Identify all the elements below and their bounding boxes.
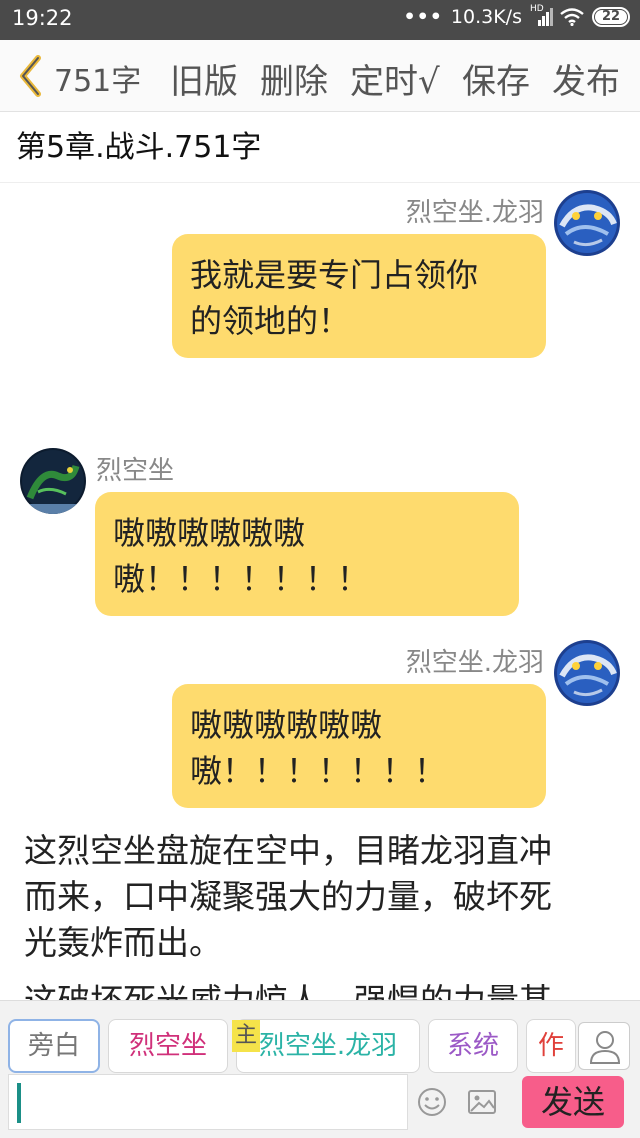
- clock: 19:22: [12, 6, 73, 30]
- old-version-button[interactable]: 旧版: [170, 54, 238, 103]
- editor-toolbar: 751字 旧版 删除 定时√ 保存 发布: [0, 40, 640, 112]
- main-role-badge: 主: [232, 1020, 260, 1052]
- network-speed: 10.3K/s: [450, 6, 522, 28]
- hd-badge: HD: [530, 4, 544, 14]
- smiley-icon[interactable]: [416, 1086, 448, 1118]
- message-line: 嗷嗷嗷嗷嗷嗷: [113, 514, 306, 552]
- speaker-name: 烈空坐: [96, 456, 175, 486]
- save-button[interactable]: 保存: [462, 54, 530, 103]
- battery-level: 22: [601, 9, 621, 24]
- delete-button[interactable]: 删除: [260, 54, 328, 103]
- role-chip-rayquaza-longyu[interactable]: 烈空坐.龙羽: [236, 1019, 420, 1073]
- signal-icon: HD: [530, 4, 553, 26]
- schedule-button[interactable]: 定时√: [350, 54, 440, 103]
- message-line: 嗷！！！！！！！: [113, 560, 370, 598]
- role-chip-rayquaza[interactable]: 烈空坐: [108, 1019, 228, 1073]
- narration-paragraph[interactable]: 这烈空坐盘旋在空中，目睹龙羽直冲 而来，口中凝聚强大的力量，破坏死 光轰炸而出。: [24, 828, 620, 966]
- narration-line: 这烈空坐盘旋在空中，目睹龙羽直冲: [24, 831, 552, 870]
- wifi-icon: [560, 8, 584, 26]
- battery-icon: 22: [592, 7, 630, 27]
- green-dragon-avatar[interactable]: [20, 448, 86, 514]
- message-bubble[interactable]: 嗷嗷嗷嗷嗷嗷 嗷！！！！！！！: [172, 684, 546, 808]
- blue-dragon-avatar[interactable]: [554, 640, 620, 706]
- word-count: 751字: [54, 64, 142, 99]
- chevron-left-icon[interactable]: [16, 54, 44, 98]
- user-icon[interactable]: [578, 1022, 630, 1070]
- image-icon[interactable]: [466, 1086, 498, 1118]
- message-line: 的领地的！: [190, 302, 351, 340]
- narration-line: 而来，口中凝聚强大的力量，破坏死: [24, 877, 552, 916]
- speaker-name: 烈空坐.龙羽: [405, 648, 544, 678]
- narration-line: 光轰炸而出。: [24, 923, 222, 962]
- divider: [0, 182, 640, 183]
- message-line: 我就是要专门占领你: [190, 256, 479, 294]
- status-icons: ••• 10.3K/s HD 22: [403, 4, 630, 28]
- role-chip-author[interactable]: 作: [526, 1019, 576, 1073]
- text-caret: [17, 1083, 21, 1123]
- message-line: 嗷嗷嗷嗷嗷嗷: [190, 706, 383, 744]
- role-chip-narrator[interactable]: 旁白: [8, 1019, 100, 1073]
- message-bubble[interactable]: 嗷嗷嗷嗷嗷嗷 嗷！！！！！！！: [95, 492, 519, 616]
- more-dots-icon: •••: [403, 6, 443, 28]
- message-line: 嗷！！！！！！！: [190, 752, 447, 790]
- publish-button[interactable]: 发布: [552, 54, 620, 103]
- send-button[interactable]: 发送: [522, 1076, 624, 1128]
- speaker-name: 烈空坐.龙羽: [405, 198, 544, 228]
- message-input[interactable]: [8, 1074, 408, 1130]
- blue-dragon-avatar[interactable]: [554, 190, 620, 256]
- message-bubble[interactable]: 我就是要专门占领你 的领地的！: [172, 234, 546, 358]
- chapter-title[interactable]: 第5章.战斗.751字: [16, 122, 261, 166]
- role-chip-system[interactable]: 系统: [428, 1019, 518, 1073]
- status-bar: 19:22 ••• 10.3K/s HD 22: [0, 0, 640, 40]
